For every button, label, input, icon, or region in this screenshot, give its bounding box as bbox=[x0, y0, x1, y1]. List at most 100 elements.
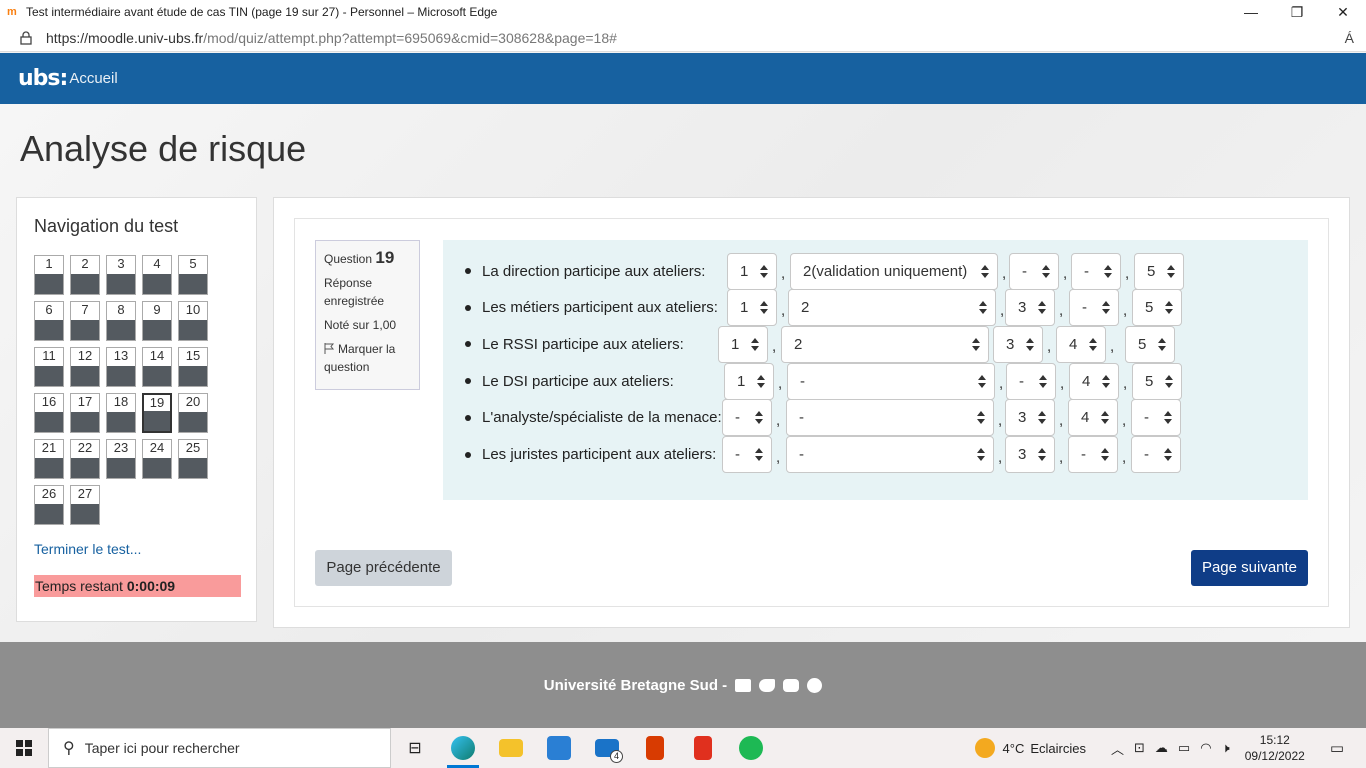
answer-select[interactable]: 5 bbox=[1132, 289, 1182, 327]
notifications-icon[interactable]: ▭ bbox=[1330, 739, 1344, 757]
close-button[interactable]: ✕ bbox=[1320, 0, 1366, 24]
taskbar-search[interactable]: ⚲ Taper ici pour rechercher bbox=[48, 728, 391, 768]
answer-select[interactable]: 2 bbox=[788, 289, 996, 327]
volume-muted-icon[interactable]: 🕨 bbox=[1222, 740, 1230, 756]
envelope-icon[interactable] bbox=[735, 678, 752, 692]
question-nav-button-22[interactable]: 22 bbox=[70, 439, 100, 479]
twitter-icon[interactable] bbox=[759, 678, 776, 692]
office-apps-icon[interactable] bbox=[679, 728, 727, 768]
answer-select[interactable]: 2 bbox=[781, 325, 989, 363]
flag-question-link[interactable]: Marquer la question bbox=[324, 340, 411, 376]
question-nav-button-10[interactable]: 10 bbox=[178, 301, 208, 341]
answer-select[interactable]: - bbox=[722, 399, 772, 437]
weather-widget[interactable]: 4°C Eclaircies bbox=[974, 738, 1086, 758]
select-arrows-icon bbox=[751, 337, 759, 351]
question-nav-button-14[interactable]: 14 bbox=[142, 347, 172, 387]
answer-select[interactable]: - bbox=[1068, 436, 1118, 473]
answer-select[interactable]: 5 bbox=[1125, 325, 1175, 363]
edge-icon[interactable] bbox=[439, 728, 487, 768]
answer-select[interactable]: 5 bbox=[1134, 252, 1184, 290]
select-arrows-icon bbox=[760, 301, 768, 315]
question-nav-button-21[interactable]: 21 bbox=[34, 439, 64, 479]
question-nav-button-17[interactable]: 17 bbox=[70, 393, 100, 433]
row-label: La direction participe aux ateliers: bbox=[482, 262, 706, 280]
answer-select[interactable]: 1 bbox=[727, 289, 777, 327]
question-nav-button-8[interactable]: 8 bbox=[106, 301, 136, 341]
answer-select[interactable]: 1 bbox=[727, 252, 777, 290]
clock[interactable]: 15:12 09/12/2022 bbox=[1245, 732, 1305, 764]
answer-select[interactable]: 1 bbox=[718, 325, 768, 363]
question-nav-button-27[interactable]: 27 bbox=[70, 485, 100, 525]
answer-select[interactable]: - bbox=[786, 436, 994, 473]
question-nav-button-11[interactable]: 11 bbox=[34, 347, 64, 387]
task-view-icon[interactable]: ⊟ bbox=[391, 728, 439, 768]
next-page-button[interactable]: Page suivante bbox=[1191, 550, 1308, 586]
question-nav-button-18[interactable]: 18 bbox=[106, 393, 136, 433]
previous-page-button[interactable]: Page précédente bbox=[315, 550, 452, 586]
question-nav-button-15[interactable]: 15 bbox=[178, 347, 208, 387]
wordpress-icon[interactable] bbox=[807, 677, 823, 693]
maximize-button[interactable]: ❐ bbox=[1274, 0, 1320, 24]
select-value: 1 bbox=[740, 299, 749, 317]
question-nav-button-4[interactable]: 4 bbox=[142, 255, 172, 295]
answer-select[interactable]: - bbox=[1006, 362, 1056, 400]
separator: , bbox=[1122, 411, 1127, 429]
answer-select[interactable]: 3 bbox=[1005, 289, 1055, 327]
question-nav-button-2[interactable]: 2 bbox=[70, 255, 100, 295]
question-nav-button-12[interactable]: 12 bbox=[70, 347, 100, 387]
finish-attempt-link[interactable]: Terminer le test... bbox=[34, 541, 141, 557]
answer-select[interactable]: 2(validation uniquement) bbox=[790, 252, 998, 290]
answer-select[interactable]: - bbox=[1071, 252, 1121, 290]
question-nav-button-1[interactable]: 1 bbox=[34, 255, 64, 295]
wifi-icon[interactable]: ◠ bbox=[1200, 740, 1211, 756]
question-number: Question 19 bbox=[324, 249, 411, 268]
start-button[interactable] bbox=[0, 728, 48, 768]
question-nav-button-25[interactable]: 25 bbox=[178, 439, 208, 479]
office-icon[interactable] bbox=[631, 728, 679, 768]
answer-select[interactable]: - bbox=[786, 399, 994, 437]
youtube-icon[interactable] bbox=[783, 678, 800, 692]
lock-icon[interactable] bbox=[20, 30, 32, 45]
answer-select[interactable]: - bbox=[787, 362, 995, 400]
mail-icon[interactable]: 4 bbox=[583, 728, 631, 768]
question-nav-button-23[interactable]: 23 bbox=[106, 439, 136, 479]
answer-select[interactable]: 4 bbox=[1068, 399, 1118, 437]
store-icon[interactable] bbox=[535, 728, 583, 768]
answer-select[interactable]: 3 bbox=[993, 325, 1043, 363]
onedrive-icon[interactable]: ☁ bbox=[1155, 740, 1168, 756]
address-bar[interactable]: https://moodle.univ-ubs.fr/mod/quiz/atte… bbox=[0, 24, 1366, 52]
minimize-button[interactable]: — bbox=[1228, 0, 1274, 24]
question-nav-button-7[interactable]: 7 bbox=[70, 301, 100, 341]
answer-select[interactable]: 1 bbox=[724, 362, 774, 400]
answer-select[interactable]: 5 bbox=[1132, 362, 1182, 400]
answer-select[interactable]: - bbox=[1131, 436, 1181, 473]
question-nav-button-20[interactable]: 20 bbox=[178, 393, 208, 433]
question-nav-button-24[interactable]: 24 bbox=[142, 439, 172, 479]
answer-select[interactable]: 4 bbox=[1056, 325, 1106, 363]
question-nav-button-3[interactable]: 3 bbox=[106, 255, 136, 295]
question-nav-button-13[interactable]: 13 bbox=[106, 347, 136, 387]
ubs-logo[interactable]: ubs: bbox=[18, 66, 68, 91]
spotify-icon[interactable] bbox=[727, 728, 775, 768]
answer-select[interactable]: - bbox=[722, 436, 772, 473]
home-link[interactable]: Accueil bbox=[69, 70, 117, 87]
question-nav-number: 25 bbox=[185, 440, 201, 455]
url-text[interactable]: https://moodle.univ-ubs.fr/mod/quiz/atte… bbox=[46, 30, 1345, 46]
answer-select[interactable]: - bbox=[1131, 399, 1181, 437]
answer-select[interactable]: 3 bbox=[1005, 399, 1055, 437]
answer-select[interactable]: - bbox=[1009, 252, 1059, 290]
question-nav-button-5[interactable]: 5 bbox=[178, 255, 208, 295]
answer-select[interactable]: - bbox=[1069, 289, 1119, 327]
question-nav-button-16[interactable]: 16 bbox=[34, 393, 64, 433]
question-nav-button-19[interactable]: 19 bbox=[142, 393, 172, 433]
answer-select[interactable]: 4 bbox=[1069, 362, 1119, 400]
question-nav-button-26[interactable]: 26 bbox=[34, 485, 64, 525]
chevron-up-icon[interactable]: ︿ bbox=[1111, 739, 1124, 758]
answer-select[interactable]: 3 bbox=[1005, 436, 1055, 473]
battery-icon[interactable]: ▭ bbox=[1178, 740, 1190, 756]
read-aloud-icon[interactable]: Á bbox=[1345, 30, 1354, 46]
question-nav-button-6[interactable]: 6 bbox=[34, 301, 64, 341]
meet-now-icon[interactable]: ⊡ bbox=[1134, 740, 1145, 756]
file-explorer-icon[interactable] bbox=[487, 728, 535, 768]
question-nav-button-9[interactable]: 9 bbox=[142, 301, 172, 341]
